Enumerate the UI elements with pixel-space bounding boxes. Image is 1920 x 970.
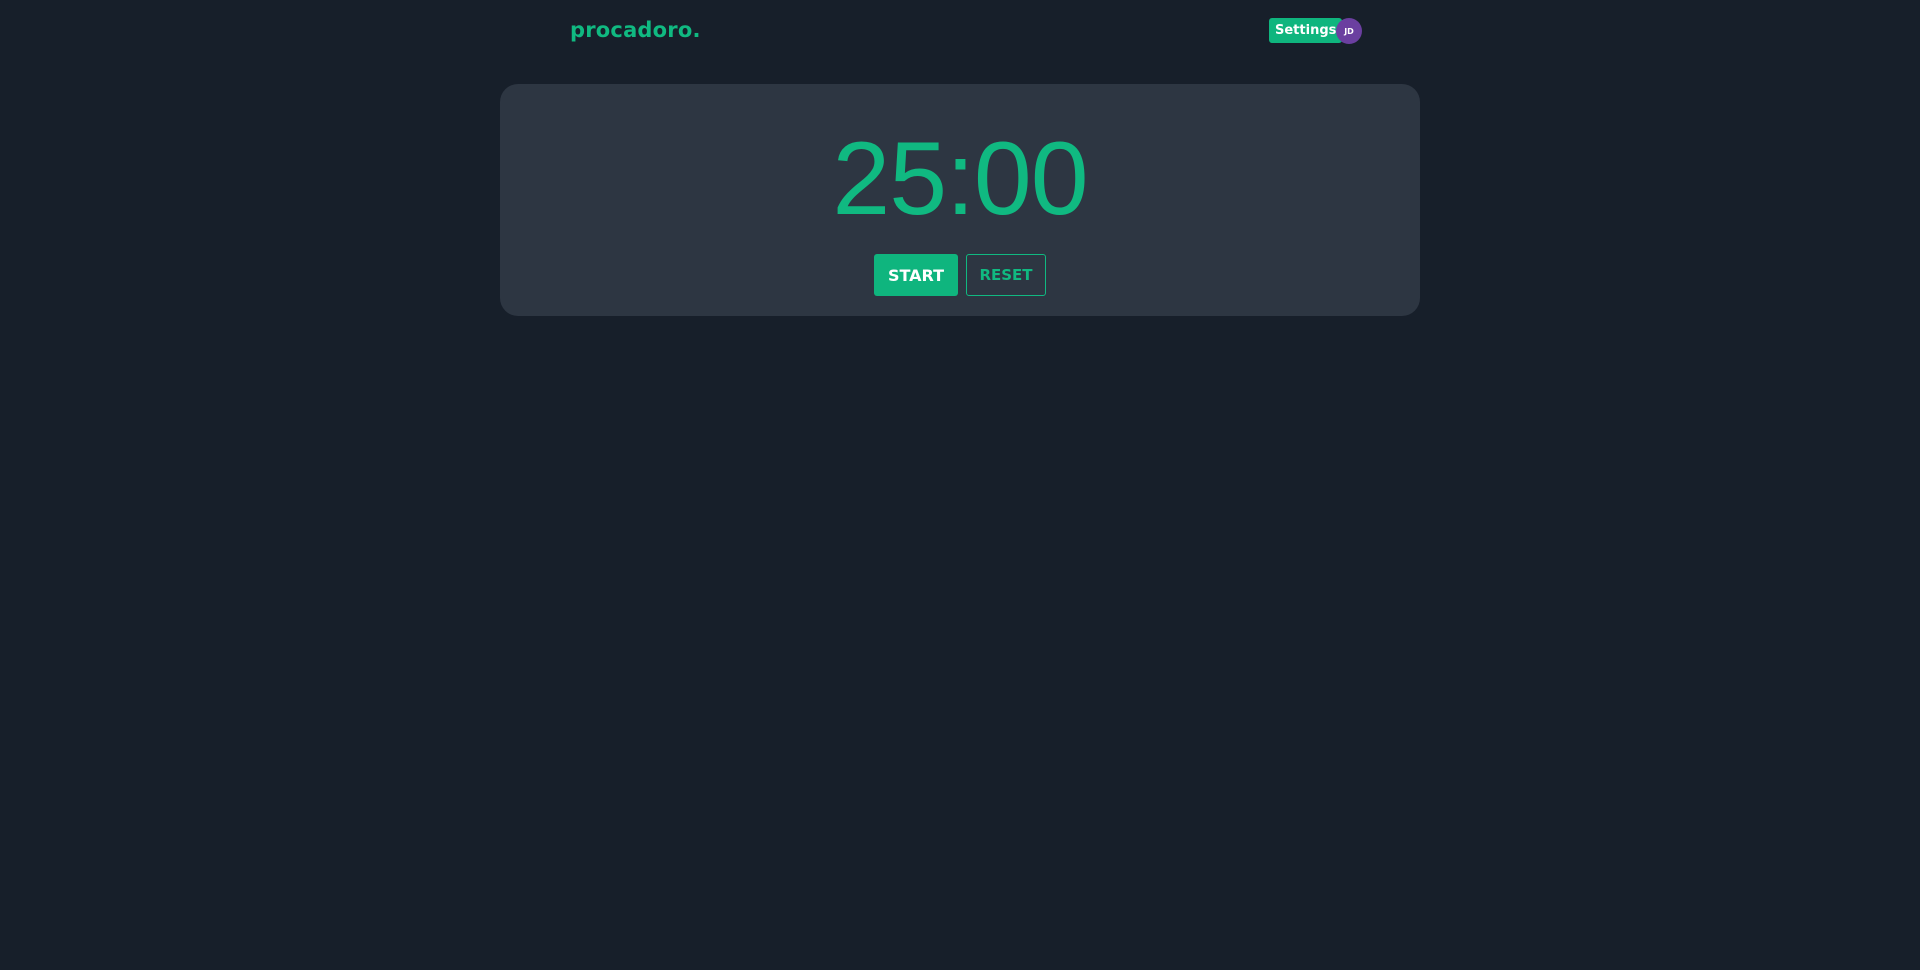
timer-display: 25:00 [832,121,1088,237]
settings-button[interactable]: Settings [1269,18,1343,43]
header: procadoro. Settings JD [0,0,1920,60]
avatar[interactable]: JD [1336,18,1362,44]
timer-controls: START RESET [500,254,1420,296]
start-button[interactable]: START [874,254,958,296]
timer-card: 25:00 START RESET [500,84,1420,316]
reset-button[interactable]: RESET [966,254,1046,296]
logo[interactable]: procadoro. [570,17,701,43]
